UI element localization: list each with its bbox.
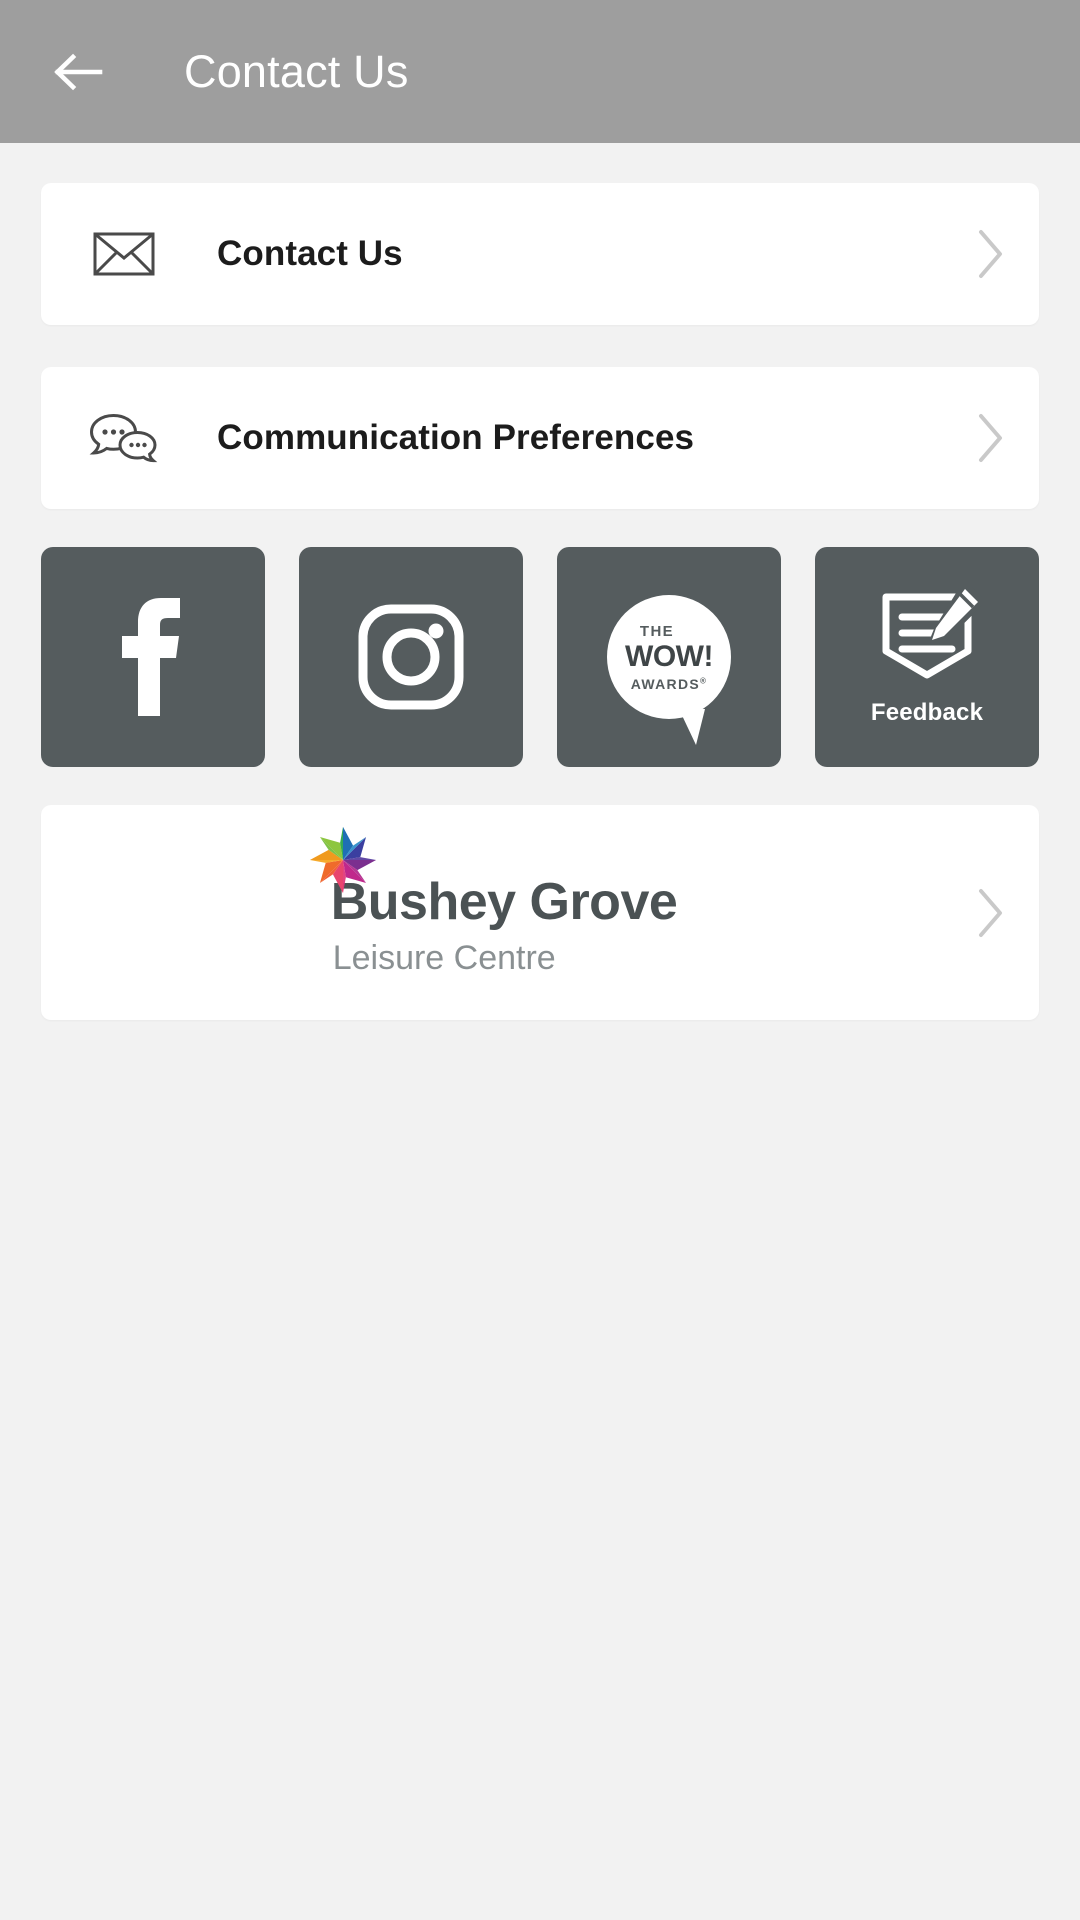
tile-facebook[interactable] (41, 547, 265, 767)
tile-feedback[interactable]: Feedback (815, 547, 1039, 767)
chevron-right-icon[interactable] (967, 410, 1013, 466)
row-communication-preferences[interactable]: Communication Preferences (41, 367, 1039, 509)
facebook-icon (114, 596, 192, 718)
wow-main-text: WOW! (625, 639, 713, 673)
row-label-contact-us: Contact Us (217, 234, 403, 273)
page-title: Contact Us (184, 46, 409, 97)
envelope-icon (87, 232, 161, 276)
back-button[interactable] (48, 43, 106, 101)
chat-bubbles-icon (87, 412, 161, 464)
feedback-form-pencil-icon (872, 587, 982, 685)
wow-awards-icon: THE WOW! AWARDS® (607, 595, 731, 745)
content-area: Contact Us Communication Preferences THE… (0, 183, 1080, 1020)
social-tiles-row: THE WOW! AWARDS® Feedback (41, 547, 1039, 767)
pinwheel-star-icon (307, 824, 379, 901)
tile-wow-awards[interactable]: THE WOW! AWARDS® (557, 547, 781, 767)
chevron-right-icon[interactable] (967, 885, 1013, 941)
logo-container: Bushey Grove Leisure Centre (41, 826, 967, 977)
row-label-communication-preferences: Communication Preferences (217, 418, 695, 457)
row-bushey-grove-leisure-centre[interactable]: Bushey Grove Leisure Centre (41, 805, 1039, 1020)
app-bar: Contact Us (0, 0, 1080, 143)
wow-bubble-tail (679, 709, 705, 745)
wow-the-text: THE (639, 622, 675, 640)
wow-awards-text: AWARDS® (630, 675, 708, 692)
tile-label-feedback: Feedback (870, 699, 984, 726)
row-contact-us[interactable]: Contact Us (41, 183, 1039, 325)
tile-instagram[interactable] (299, 547, 523, 767)
back-arrow-icon (48, 43, 106, 101)
logo-subtitle: Leisure Centre (332, 939, 556, 977)
chevron-right-icon[interactable] (967, 226, 1013, 282)
logo-name: Bushey Grove (330, 873, 678, 931)
instagram-icon (355, 601, 467, 713)
